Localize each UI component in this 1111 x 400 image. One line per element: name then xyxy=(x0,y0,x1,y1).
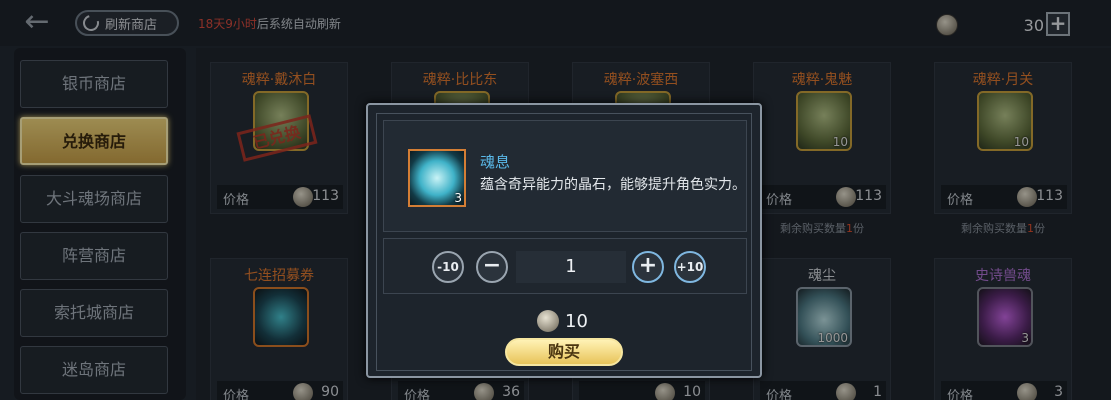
total-cost: 10 xyxy=(537,308,588,334)
buy-button[interactable]: 购买 xyxy=(505,338,623,366)
plus-one-button[interactable]: + xyxy=(632,251,664,283)
item-info-panel: 3 魂息 蕴含奇异能力的晶石，能够提升角色实力。 xyxy=(383,120,747,232)
cost-value: 10 xyxy=(565,310,588,332)
item-quantity: 3 xyxy=(454,191,462,205)
coin-icon xyxy=(537,310,559,332)
minus-ten-button[interactable]: -10 xyxy=(432,251,464,283)
plus-ten-button[interactable]: +10 xyxy=(674,251,706,283)
minus-one-button[interactable]: − xyxy=(476,251,508,283)
item-description: 蕴含奇异能力的晶石，能够提升角色实力。 xyxy=(480,177,746,193)
crystal-item-icon: 3 xyxy=(408,149,466,207)
quantity-value[interactable]: 1 xyxy=(516,251,626,283)
purchase-dialog: 3 魂息 蕴含奇异能力的晶石，能够提升角色实力。 -10 − 1 + +10 1… xyxy=(366,103,762,378)
dialog-frame: 3 魂息 蕴含奇异能力的晶石，能够提升角色实力。 -10 − 1 + +10 1… xyxy=(376,113,752,371)
item-name: 魂息 xyxy=(480,153,511,171)
quantity-stepper: -10 − 1 + +10 xyxy=(383,238,747,294)
